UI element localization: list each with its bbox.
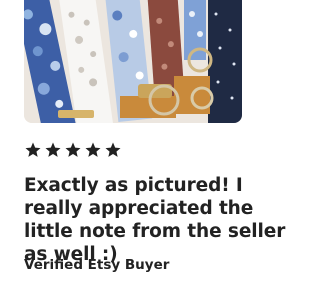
review-card: Exactly as pictured! I really appreciate…	[0, 0, 300, 300]
star-icon	[105, 142, 121, 157]
product-photo-image	[24, 0, 242, 123]
star-icon	[85, 142, 101, 157]
star-icon	[45, 142, 61, 157]
product-photo[interactable]	[24, 0, 242, 123]
star-icon	[65, 142, 81, 157]
reviewer-label: Verified Etsy Buyer	[24, 257, 170, 273]
review-text: Exactly as pictured! I really appreciate…	[24, 175, 286, 265]
star-rating	[24, 140, 122, 162]
star-icon	[25, 142, 41, 157]
